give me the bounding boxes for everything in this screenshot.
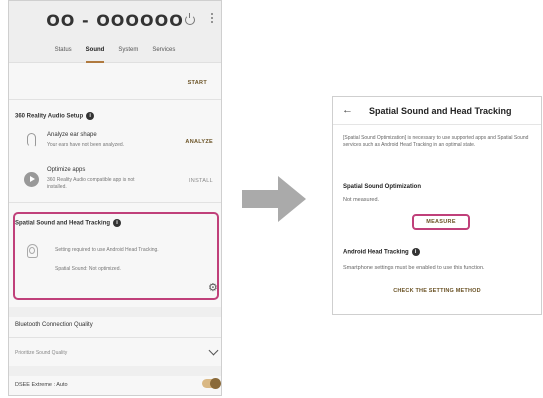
right-phone-screen: ← Spatial Sound and Head Tracking [Spati…	[332, 96, 542, 315]
section-gap	[9, 366, 221, 376]
dsee-toggle[interactable]	[202, 378, 221, 389]
reality-audio-title-text: 360 Reality Audio Setup	[15, 113, 84, 120]
section-gap	[9, 307, 221, 317]
flow-arrow-icon	[242, 176, 306, 222]
spatial-status: Spatial Sound: Not optimized.	[55, 266, 121, 272]
app-header: OO - OOOOOO Status Sound System Services	[9, 1, 221, 63]
tab-bar: Status Sound System Services	[9, 43, 221, 63]
analyze-button[interactable]: ANALYZE	[185, 139, 213, 145]
settings-header: ← Spatial Sound and Head Tracking	[333, 97, 541, 125]
install-button[interactable]: INSTALL	[189, 178, 213, 184]
divider	[9, 202, 221, 203]
gear-icon[interactable]: ⚙	[208, 283, 219, 294]
info-icon[interactable]: i	[86, 112, 95, 120]
page-title: Spatial Sound and Head Tracking	[369, 106, 512, 116]
bt-quality-value[interactable]: Prioritize Sound Quality	[15, 350, 135, 357]
left-phone-screen: OO - OOOOOO Status Sound System Services…	[8, 0, 222, 396]
optimization-status: Not measured.	[343, 197, 380, 203]
spatial-sound-title-text: Spatial Sound and Head Tracking	[15, 220, 111, 227]
back-arrow-icon[interactable]: ←	[342, 105, 353, 116]
head-tracking-title: Android Head Tracking i	[343, 248, 420, 256]
spatial-sound-title[interactable]: Spatial Sound and Head Tracking i	[15, 219, 122, 227]
chevron-down-icon[interactable]	[208, 345, 219, 356]
info-icon[interactable]: i	[113, 219, 122, 227]
check-setting-method-link[interactable]: CHECK THE SETTING METHOD	[333, 288, 541, 294]
optimization-title: Spatial Sound Optimization	[343, 184, 421, 190]
description-text: [Spatial Sound Optimization] is necessar…	[343, 135, 529, 148]
tab-status[interactable]: Status	[55, 43, 72, 63]
head-tracking-icon	[25, 244, 40, 262]
bt-quality-title: Bluetooth Connection Quality	[15, 322, 93, 328]
divider	[9, 337, 221, 338]
dsee-label: DSEE Extreme : Auto	[15, 382, 68, 388]
optimize-apps-subtitle: 360 Reality Audio compatible app is not …	[47, 177, 135, 190]
tab-sound[interactable]: Sound	[85, 43, 105, 63]
divider	[9, 99, 221, 100]
play-icon	[24, 172, 39, 187]
more-options-icon[interactable]	[211, 13, 213, 25]
analyze-ear-title: Analyze ear shape	[47, 132, 97, 138]
power-icon[interactable]	[185, 13, 195, 25]
spatial-setting-required: Setting required to use Android Head Tra…	[55, 247, 159, 253]
tab-system[interactable]: System	[118, 43, 138, 63]
ear-icon	[27, 133, 36, 147]
start-button[interactable]: START	[188, 80, 207, 86]
tab-services[interactable]: Services	[152, 43, 175, 63]
info-icon[interactable]: i	[411, 248, 420, 256]
reality-audio-title: 360 Reality Audio Setup i	[15, 112, 95, 120]
optimize-apps-title: Optimize apps	[47, 167, 86, 173]
head-tracking-title-text: Android Head Tracking	[343, 249, 409, 256]
head-tracking-text: Smartphone settings must be enabled to u…	[343, 265, 485, 271]
measure-button[interactable]: MEASURE	[412, 214, 470, 230]
analyze-ear-subtitle: Your ears have not been analyzed.	[47, 142, 125, 148]
